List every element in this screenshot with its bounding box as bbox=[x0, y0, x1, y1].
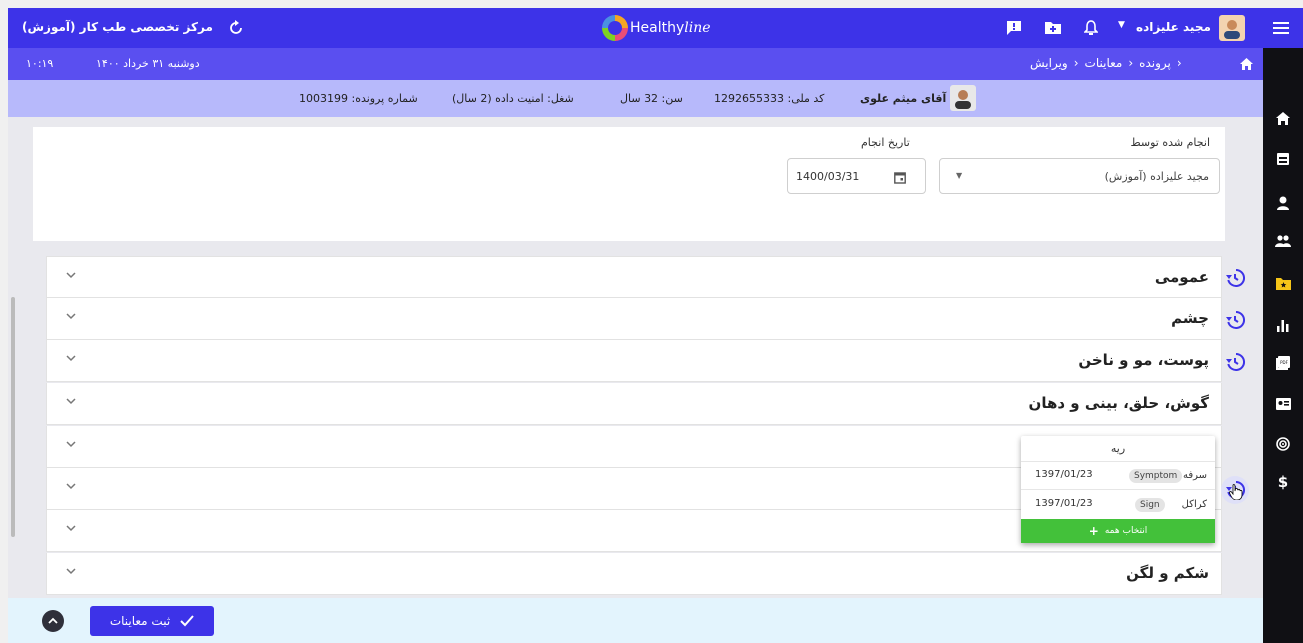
people-icon[interactable] bbox=[1273, 231, 1293, 251]
chevron-down-icon bbox=[66, 568, 76, 575]
exam-date-field[interactable]: 1400/03/31 bbox=[787, 158, 926, 194]
section-skin[interactable]: پوست، مو و ناخن bbox=[46, 340, 1222, 382]
submit-exams-button[interactable]: ثبت معاینات bbox=[90, 606, 214, 636]
chevron-down-icon bbox=[66, 441, 76, 448]
hand-cursor-icon bbox=[1229, 484, 1243, 501]
patient-avatar bbox=[950, 85, 976, 111]
pdf-icon[interactable]: PDF bbox=[1273, 353, 1293, 373]
history-icon[interactable] bbox=[1223, 308, 1247, 332]
message-icon[interactable] bbox=[1004, 18, 1024, 38]
popup-row[interactable]: کراکل Sign 1397/01/23 bbox=[1021, 491, 1215, 519]
patient-name: آقای میثم علوی bbox=[860, 92, 947, 105]
collapse-up-button[interactable] bbox=[42, 610, 64, 632]
patient-national-id: کد ملی: 1292655333 bbox=[714, 92, 825, 105]
section-title: عمومی bbox=[1154, 268, 1209, 286]
select-all-button[interactable]: انتخاب همه + bbox=[1021, 519, 1215, 543]
chevron-down-icon bbox=[66, 525, 76, 532]
footer-bar: ثبت معاینات bbox=[8, 598, 1263, 643]
select-all-label: انتخاب همه bbox=[1104, 526, 1148, 536]
calendar-icon[interactable] bbox=[892, 169, 908, 185]
app-window: مجید علیزاده ▼ Healthy line مرکز تخصصی ط… bbox=[8, 8, 1303, 643]
folder-add-icon[interactable] bbox=[1043, 18, 1063, 38]
top-bar: مجید علیزاده ▼ Healthy line مرکز تخصصی ط… bbox=[8, 8, 1303, 48]
popup-row-name: سرفه bbox=[1182, 470, 1207, 481]
plus-icon: + bbox=[1088, 524, 1099, 538]
history-popup: ریه سرفه Symptom 1397/01/23 کراکل Sign 1… bbox=[1021, 436, 1215, 543]
popup-row-name: کراکل bbox=[1181, 499, 1207, 510]
section-ent[interactable]: گوش، حلق، بینی و دهان bbox=[46, 383, 1222, 425]
chevron-up-icon bbox=[48, 617, 58, 624]
section-title: پوست، مو و ناخن bbox=[1078, 351, 1209, 369]
exam-date-value: 1400/03/31 bbox=[796, 170, 860, 183]
menu-icon[interactable] bbox=[1270, 18, 1292, 38]
chevron-right-icon: › bbox=[1073, 56, 1079, 70]
performed-by-value: مجید علیزاده (آموزش) bbox=[1104, 170, 1209, 183]
date-label: تاریخ انجام bbox=[861, 136, 910, 149]
current-time: ۱۰:۱۹ bbox=[26, 57, 54, 70]
svg-text:PDF: PDF bbox=[1280, 360, 1288, 365]
clinic-name: مرکز تخصصی طب کار (آموزش) bbox=[22, 20, 213, 34]
performed-by-select[interactable]: مجید علیزاده (آموزش) ▼ bbox=[939, 158, 1220, 194]
breadcrumb-exams[interactable]: معاینات bbox=[1085, 56, 1123, 70]
popup-row-tag: Symptom bbox=[1129, 469, 1183, 483]
chevron-down-icon: ▼ bbox=[956, 171, 963, 180]
chevron-down-icon bbox=[66, 398, 76, 405]
popup-title: ریه bbox=[1110, 442, 1126, 455]
refresh-icon[interactable] bbox=[226, 18, 246, 38]
section-abdomen[interactable]: شکم و لگن bbox=[46, 553, 1222, 595]
user-avatar[interactable] bbox=[1219, 15, 1245, 41]
chevron-down-icon bbox=[66, 272, 76, 279]
section-title: شکم و لگن bbox=[1126, 564, 1209, 582]
popup-row-tag: Sign bbox=[1135, 498, 1165, 512]
chevron-down-icon bbox=[66, 355, 76, 362]
breadcrumb-edit: ویرایش bbox=[1030, 56, 1068, 70]
sub-bar: › پرونده › معاینات › ویرایش دوشنبه ۳۱ خر… bbox=[8, 48, 1263, 80]
logo-text: Healthy bbox=[630, 20, 685, 36]
dollar-icon[interactable]: $ bbox=[1273, 472, 1293, 492]
section-title: چشم bbox=[1171, 309, 1209, 327]
section-eye[interactable]: چشم bbox=[46, 298, 1222, 340]
bar-chart-icon[interactable] bbox=[1273, 316, 1293, 336]
user-name[interactable]: مجید علیزاده bbox=[1136, 20, 1211, 34]
patient-job: شغل: امنیت داده (2 سال) bbox=[452, 92, 574, 105]
breadcrumb-file[interactable]: پرونده bbox=[1139, 56, 1171, 70]
check-icon bbox=[180, 615, 194, 627]
person-icon[interactable] bbox=[1273, 193, 1293, 213]
history-icon[interactable] bbox=[1223, 266, 1247, 290]
performed-by-label: انجام شده توسط bbox=[1130, 136, 1210, 149]
patient-file-number: شماره پرونده: 1003199 bbox=[299, 92, 418, 105]
logo-mark bbox=[602, 15, 628, 41]
home-icon[interactable] bbox=[1273, 108, 1293, 128]
radar-icon[interactable] bbox=[1273, 434, 1293, 454]
logo-script: line bbox=[684, 20, 711, 36]
inbox-icon[interactable] bbox=[1273, 149, 1293, 169]
popup-row[interactable]: سرفه Symptom 1397/01/23 bbox=[1021, 462, 1215, 490]
popup-row-date: 1397/01/23 bbox=[1035, 469, 1093, 480]
chevron-right-icon: › bbox=[1176, 56, 1182, 70]
chevron-down-icon[interactable]: ▼ bbox=[1118, 20, 1125, 30]
id-card-icon[interactable] bbox=[1273, 394, 1293, 414]
patient-age: سن: 32 سال bbox=[620, 92, 683, 105]
section-title: گوش، حلق، بینی و دهان bbox=[1028, 394, 1209, 412]
breadcrumb: › پرونده › معاینات › ویرایش bbox=[1030, 56, 1182, 70]
exam-info-card: انجام شده توسط مجید علیزاده (آموزش) ▼ تا… bbox=[33, 127, 1225, 241]
current-date: دوشنبه ۳۱ خرداد ۱۴۰۰ bbox=[96, 57, 200, 70]
history-icon[interactable] bbox=[1223, 350, 1247, 374]
main-content: انجام شده توسط مجید علیزاده (آموزش) ▼ تا… bbox=[8, 117, 1263, 598]
chevron-down-icon bbox=[66, 313, 76, 320]
scrollbar[interactable] bbox=[11, 297, 15, 537]
submit-label: ثبت معاینات bbox=[109, 614, 171, 628]
section-general[interactable]: عمومی bbox=[46, 256, 1222, 298]
home-small-icon[interactable] bbox=[1238, 56, 1254, 72]
folder-star-icon[interactable] bbox=[1273, 273, 1293, 293]
popup-row-date: 1397/01/23 bbox=[1035, 498, 1093, 509]
patient-info-bar: آقای میثم علوی کد ملی: 1292655333 سن: 32… bbox=[8, 80, 1263, 117]
chevron-down-icon bbox=[66, 483, 76, 490]
app-logo: Healthy line bbox=[602, 14, 711, 42]
bell-icon[interactable] bbox=[1081, 18, 1101, 38]
chevron-right-icon: › bbox=[1128, 56, 1134, 70]
side-nav: PDF $ bbox=[1263, 48, 1303, 643]
